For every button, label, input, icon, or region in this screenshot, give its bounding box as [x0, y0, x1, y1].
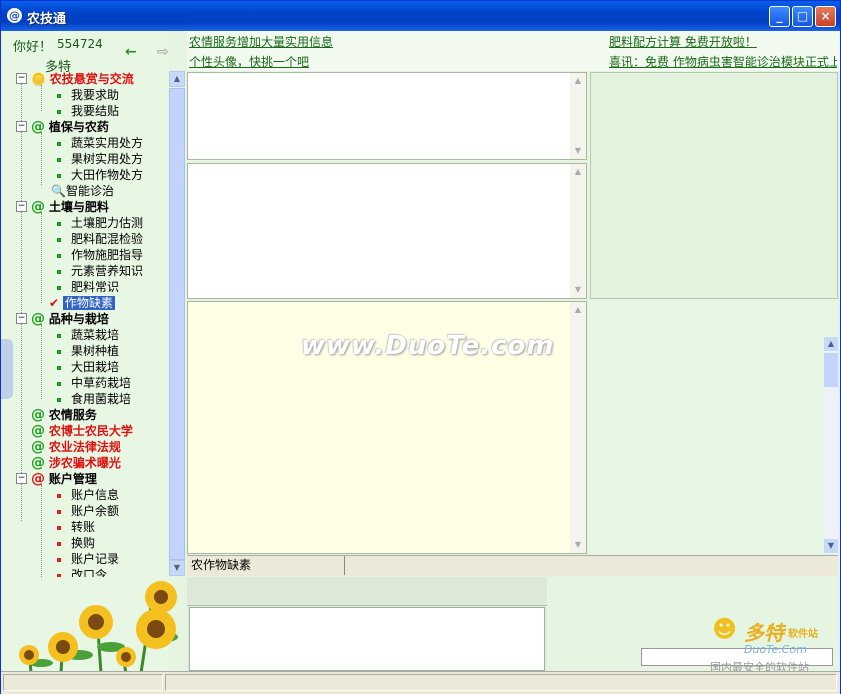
scroll-thumb[interactable] [824, 353, 838, 387]
tree-item[interactable]: 果树种植 [57, 343, 119, 359]
tree-group-farm-service[interactable]: @ 农情服务 [31, 407, 97, 423]
tab-crop-deficiency[interactable]: 农作物缺素 [187, 556, 345, 575]
magnifier-icon: 🔍 [51, 184, 66, 198]
forward-arrow-icon[interactable]: ⇨ [157, 44, 169, 60]
category-tree: − 🪙 农技悬赏与交流 我要求助 我要结贴 − @ 植保与农药 蔬菜实用处方 果… [1, 71, 169, 577]
right-scrollbar[interactable]: ▲ ▼ [824, 337, 838, 553]
tree-item[interactable]: 账户信息 [57, 487, 119, 503]
tree-item[interactable]: 元素营养知识 [57, 263, 143, 279]
tree-scrollbar[interactable]: ▲ ▼ [169, 71, 185, 576]
app-icon: @ [7, 8, 22, 23]
at-red-icon: @ [31, 471, 45, 487]
at-icon: @ [31, 119, 45, 135]
tree-item[interactable]: 作物施肥指导 [57, 247, 143, 263]
tree-group-soil[interactable]: @ 土壤与肥料 [31, 199, 109, 215]
panel-scrollbar[interactable]: ▲ ▼ [570, 73, 586, 159]
minimize-button[interactable]: _ [769, 6, 790, 27]
status-cell [3, 674, 163, 691]
tree-item[interactable]: 中草药栽培 [57, 375, 131, 391]
scroll-up-icon[interactable]: ▲ [824, 337, 838, 351]
scroll-up-icon[interactable]: ▲ [169, 71, 185, 87]
at-icon: @ [31, 455, 45, 471]
tree-item[interactable]: 肥料常识 [57, 279, 119, 295]
tree-item[interactable]: 食用菌栽培 [57, 391, 131, 407]
tree-item[interactable]: 土壤肥力估测 [57, 215, 143, 231]
tree-item[interactable]: 转账 [57, 519, 95, 535]
coins-icon: 🪙 [31, 72, 46, 86]
tree-group-bounty[interactable]: 🪙 农技悬赏与交流 [31, 71, 134, 87]
scroll-down-icon[interactable]: ▼ [824, 539, 838, 553]
tree-group-account[interactable]: @ 账户管理 [31, 471, 97, 487]
avatar-link[interactable]: 个性头像，快挑一个吧 [189, 53, 309, 70]
scroll-thumb[interactable] [169, 88, 185, 560]
maximize-button[interactable]: □ [792, 6, 813, 27]
title-bar[interactable]: @ 农技通 _ □ × [1, 1, 840, 31]
scroll-down-icon[interactable]: ▼ [169, 560, 185, 576]
at-icon: @ [31, 423, 45, 439]
tree-item[interactable]: 大田栽培 [57, 359, 119, 375]
tree-item[interactable]: 换购 [57, 535, 95, 551]
right-panel-bottom: ▲ ▼ [590, 301, 838, 554]
tree-item[interactable]: 蔬菜栽培 [57, 327, 119, 343]
tree-group-university[interactable]: @ 农博士农民大学 [31, 423, 133, 439]
side-collapse-tab[interactable] [1, 339, 13, 399]
tree-item[interactable]: 果树实用处方 [57, 151, 143, 167]
main-window: @ 农技通 _ □ × 你好！ 554724 多特 ← ⇨ − 🪙 农技悬赏与交… [0, 0, 841, 694]
tree-item[interactable]: 我要结贴 [57, 103, 119, 119]
news-links: 农情服务增加大量实用信息 个性头像，快挑一个吧 肥料配方计算 免费开放啦！ 喜讯… [187, 31, 840, 71]
watermark-text: www.DuoTe.com [301, 331, 555, 361]
expand-toggle[interactable]: − [16, 473, 27, 484]
at-icon: @ [31, 439, 45, 455]
expand-toggle[interactable]: − [16, 313, 27, 324]
expand-toggle[interactable]: − [16, 201, 27, 212]
input-header [187, 577, 547, 606]
tree-item[interactable]: 账户记录 [57, 551, 119, 567]
news-link[interactable]: 农情服务增加大量实用信息 [189, 33, 333, 50]
tree-item[interactable]: 大田作物处方 [57, 167, 143, 183]
tree-item-diagnosis[interactable]: 🔍智能诊治 [51, 183, 114, 199]
message-input[interactable] [189, 607, 545, 671]
tree-item[interactable]: 肥料配混检验 [57, 231, 143, 247]
status-cell [165, 674, 837, 691]
content-panel-top[interactable]: ▲ ▼ [187, 72, 587, 160]
fertilizer-link[interactable]: 肥料配方计算 免费开放啦！ [609, 33, 757, 50]
back-arrow-icon[interactable]: ← [125, 44, 137, 60]
at-icon: @ [31, 311, 45, 327]
at-icon: @ [31, 199, 45, 215]
tree-group-fraud[interactable]: @ 涉农骗术曝光 [31, 455, 121, 471]
mascot-icon: ☻ [712, 615, 738, 643]
tree-item[interactable]: 我要求助 [57, 87, 119, 103]
tree-item[interactable]: 蔬菜实用处方 [57, 135, 143, 151]
content-panel-middle[interactable]: ▲ ▼ [187, 163, 587, 299]
status-bar [1, 671, 840, 694]
expand-toggle[interactable]: − [16, 121, 27, 132]
input-area [187, 577, 547, 671]
tree-group-cultivation[interactable]: @ 品种与栽培 [31, 311, 109, 327]
tree-group-law[interactable]: @ 农业法律法规 [31, 439, 121, 455]
window-title: 农技通 [27, 12, 67, 27]
panel-scrollbar[interactable]: ▲ ▼ [570, 302, 586, 553]
left-pane: 你好！ 554724 多特 ← ⇨ − 🪙 农技悬赏与交流 我要求助 我要结贴 … [1, 31, 178, 673]
user-id: 554724 [57, 37, 103, 51]
tree-item[interactable]: 账户余额 [57, 503, 119, 519]
at-icon: @ [31, 407, 45, 423]
tree-item[interactable]: 改口令 [57, 567, 107, 577]
greeting-text: 你好！ [13, 40, 53, 55]
duote-logo: ☻ 多特 软件站 DuoTe.Com 国内最安全的软件站 [710, 615, 818, 674]
tree-group-plant-protection[interactable]: @ 植保与农药 [31, 119, 109, 135]
announcement-link[interactable]: 喜讯：免费 作物病虫害智能诊治模块正式上 [609, 53, 837, 70]
sunflower-image [19, 581, 178, 673]
panel-scrollbar[interactable]: ▲ ▼ [570, 164, 586, 298]
close-button[interactable]: × [815, 6, 836, 27]
tree-item-selected[interactable]: ✔ 作物缺素 [49, 295, 115, 311]
expand-toggle[interactable]: − [16, 73, 27, 84]
right-panel-top [590, 72, 838, 299]
checkmark-icon: ✔ [49, 296, 60, 310]
tab-bar: 农作物缺素 [187, 555, 838, 576]
